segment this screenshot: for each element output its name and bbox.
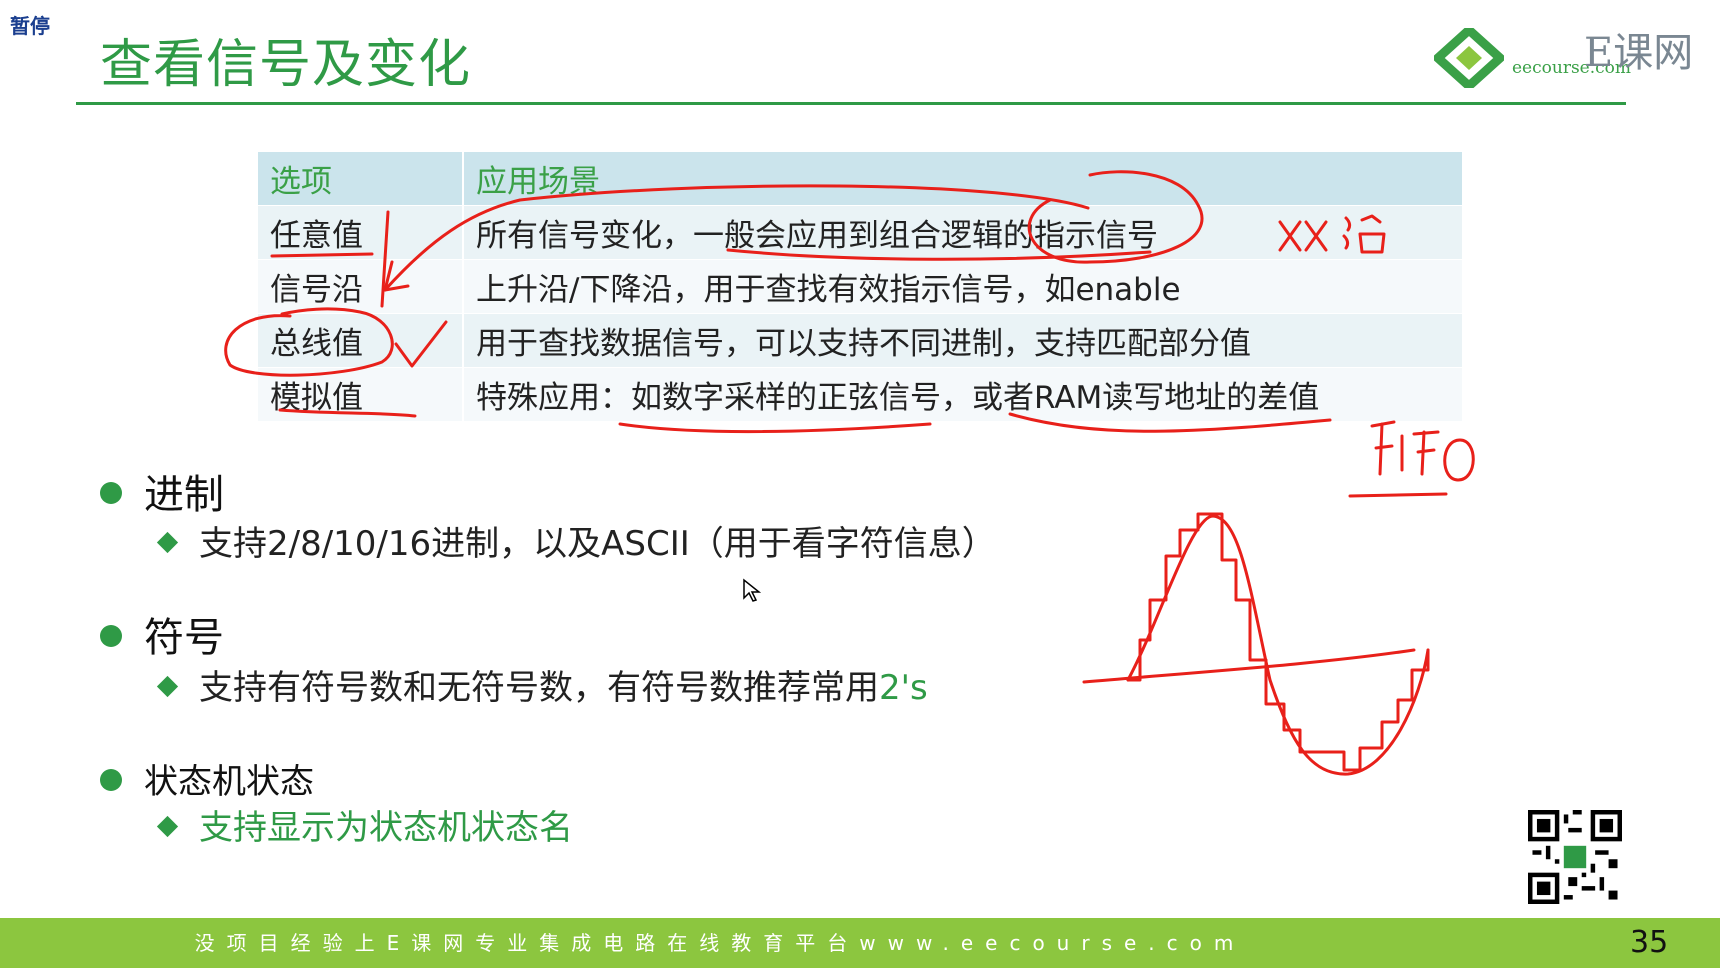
bullet-dot-icon [100, 482, 122, 504]
table-row: 模拟值 特殊应用：如数字采样的正弦信号，或者RAM读写地址的差值 [258, 367, 1462, 421]
diamond-bullet-icon [156, 531, 179, 554]
table-row: 总线值 用于查找数据信号，可以支持不同进制，支持匹配部分值 [258, 313, 1462, 368]
title-divider [76, 102, 1626, 105]
sub-bullet-text: 支持有符号数和无符号数，有符号数推荐常用 [199, 668, 879, 708]
ink-sine-steps [1126, 512, 1430, 772]
sub-bullet-text: 支持显示为状态机状态名 [199, 808, 573, 848]
footer-bar: 没项目经验上E课网专业集成电路在线教育平台www.eecourse.com 35 [0, 918, 1720, 968]
slide-title: 查看信号及变化 [100, 35, 472, 95]
ink-sine-axis [1082, 648, 1416, 684]
row-scenario: 特殊应用：如数字采样的正弦信号，或者RAM读写地址的差值 [463, 367, 1462, 421]
logo-diamond-icon [1434, 28, 1504, 88]
bullet-radix: 进制 [100, 462, 224, 520]
bullet-dot-icon [100, 768, 122, 791]
row-scenario: 上升沿/下降沿，用于查找有效指示信号，如enable [463, 259, 1462, 314]
bullet-title: 状态机状态 [144, 762, 314, 802]
row-option: 任意值 [258, 205, 464, 260]
diamond-bullet-icon [156, 815, 179, 838]
ink-underline-row4-a [618, 422, 932, 434]
bullet-fsm: 状态机状态 [100, 754, 314, 803]
row-scenario: 用于查找数据信号，可以支持不同进制，支持匹配部分值 [463, 313, 1462, 368]
row-option: 信号沿 [258, 259, 464, 314]
bullet-title: 符号 [144, 615, 224, 661]
table-header-row: 选项 应用场景 [258, 152, 1462, 206]
table-row: 任意值 所有信号变化，一般会应用到组合逻辑的指示信号 [258, 205, 1462, 260]
sub-bullet-sign: 支持有符号数和无符号数，有符号数推荐常用2's [156, 660, 928, 709]
bullet-title: 进制 [144, 472, 224, 518]
mouse-cursor-icon [743, 578, 762, 602]
header-scenario: 应用场景 [463, 152, 1462, 206]
sub-bullet-text: 支持2/8/10/16进制，以及ASCII（用于看字符信息） [199, 524, 996, 564]
ink-note-fifo [1370, 420, 1475, 482]
sub-bullet-fsm: 支持显示为状态机状态名 [156, 800, 573, 849]
row-option: 总线值 [258, 313, 464, 368]
diamond-bullet-icon [156, 675, 179, 698]
sub-bullet-accent: 2's [879, 668, 928, 708]
pause-label[interactable]: 暂停 [10, 10, 50, 39]
ink-sine-curve [1126, 514, 1430, 776]
footer-text: 没项目经验上E课网专业集成电路在线教育平台www.eecourse.com [194, 931, 1246, 955]
logo-name: E课网 [1584, 30, 1694, 76]
table-row: 信号沿 上升沿/下降沿，用于查找有效指示信号，如enable [258, 259, 1462, 314]
bullet-dot-icon [100, 625, 122, 647]
brand-logo: eecourse.com E课网 [1434, 20, 1704, 90]
qr-code [1528, 810, 1622, 904]
row-option: 模拟值 [258, 367, 464, 421]
bullet-sign: 符号 [100, 605, 224, 663]
row-scenario: 所有信号变化，一般会应用到组合逻辑的指示信号 [463, 205, 1462, 260]
page-number: 35 [1630, 925, 1669, 960]
ink-underline-fifo [1348, 492, 1448, 498]
header-option: 选项 [258, 152, 464, 206]
sub-bullet-radix: 支持2/8/10/16进制，以及ASCII（用于看字符信息） [156, 516, 996, 565]
options-table: 选项 应用场景 任意值 所有信号变化，一般会应用到组合逻辑的指示信号 信号沿 上… [258, 152, 1462, 421]
